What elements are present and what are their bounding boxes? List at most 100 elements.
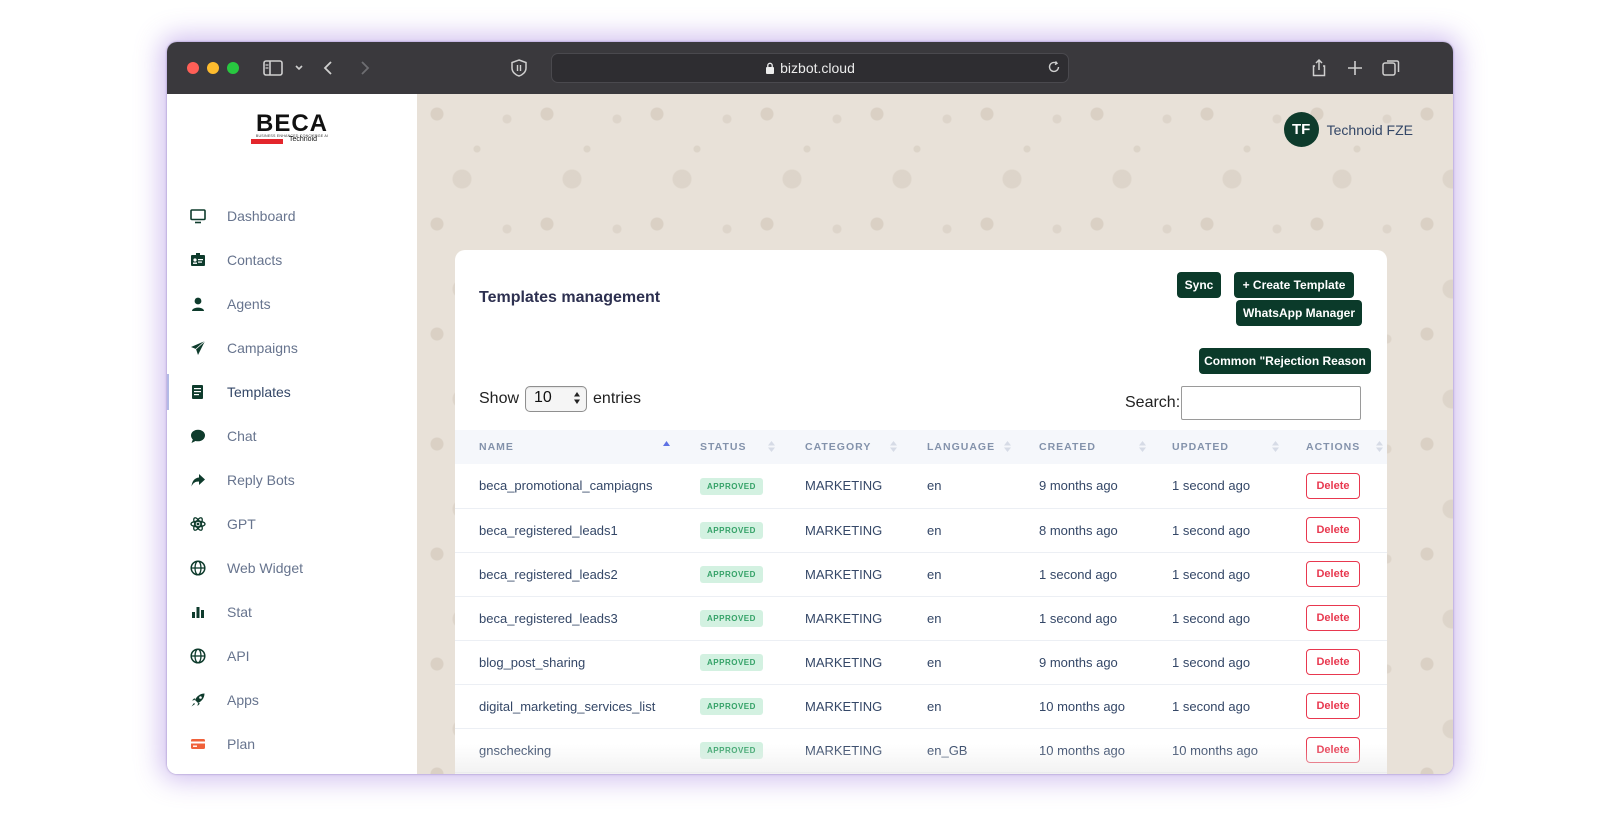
sidebar-item-plan[interactable]: Plan [167,722,417,766]
maximize-window-button[interactable] [227,62,239,74]
cell-category: MARKETING [805,478,883,494]
delete-button[interactable]: Delete [1306,605,1360,631]
shield-icon[interactable] [507,56,531,80]
minimize-window-button[interactable] [207,62,219,74]
sort-asc-icon [663,441,670,446]
sidebar-item-stat[interactable]: Stat [167,590,417,634]
document-icon [189,383,207,401]
sort-icon [768,441,775,452]
credit-card-icon [189,735,207,753]
sidebar-item-templates[interactable]: Templates [167,370,417,414]
contact-card-icon [189,251,207,269]
entries-select-value: 10 [534,389,552,406]
rejection-reason-button[interactable]: Common "Rejection Reason [1199,348,1371,374]
delete-button[interactable]: Delete [1306,517,1360,543]
sidebar-item-reply-bots[interactable]: Reply Bots [167,458,417,502]
table-row: blog_post_sharing APPROVED MARKETING en … [455,640,1387,684]
cell-status: APPROVED [700,728,805,772]
status-badge: APPROVED [700,742,763,759]
cell-actions: Delete [1306,508,1387,552]
avatar: TF [1283,112,1319,147]
column-header-actions[interactable]: ACTIONS [1306,430,1387,464]
delete-button[interactable]: Delete [1306,737,1360,763]
whatsapp-manager-button[interactable]: WhatsApp Manager [1236,300,1362,326]
show-label: Show [479,390,520,407]
column-header-name[interactable]: NAME [455,430,700,464]
sidebar-item-web-widget[interactable]: Web Widget [167,546,417,590]
chevron-down-icon[interactable] [287,56,311,80]
new-tab-icon[interactable] [1343,56,1367,80]
sidebar-item-label: Chat [227,428,257,444]
sidebar-item-gpt[interactable]: GPT [167,502,417,546]
sidebar-item-chat[interactable]: Chat [167,414,417,458]
column-header-category[interactable]: CATEGORY [805,430,927,464]
entries-select[interactable]: 10 [525,386,588,412]
reload-icon[interactable] [1046,59,1062,80]
sidebar-item-label: API [227,648,250,664]
globe-icon [189,559,207,577]
cell-language: en [927,654,942,670]
sidebar-item-dashboard[interactable]: Dashboard [167,194,417,238]
cell-category: MARKETING [805,610,883,626]
forward-icon[interactable] [352,56,376,80]
column-header-created[interactable]: CREATED [1039,430,1172,464]
delete-button[interactable]: Delete [1306,472,1360,499]
status-badge: APPROVED [700,566,763,583]
delete-button[interactable]: Delete [1306,693,1360,719]
sidebar: BECA BUSINESS ENHANCED CONCIERGE AI Tech… [167,94,417,774]
address-bar[interactable]: bizbot.cloud [551,53,1069,83]
sidebar-item-label: Templates [227,384,291,400]
sidebar-item-agents[interactable]: Agents [167,282,417,326]
cell-created: 10 months ago [1039,742,1126,758]
status-badge: APPROVED [700,522,763,539]
column-header-language[interactable]: LANGUAGE [927,430,1039,464]
sidebar-item-contacts[interactable]: Contacts [167,238,417,282]
cell-status: APPROVED [700,640,805,684]
sidebar-item-api[interactable]: API [167,634,417,678]
cell-updated: 1 second ago [1172,654,1251,670]
cell-status: APPROVED [700,464,805,508]
cell-name: digital_marketing_services_list [479,698,656,714]
cell-name: gnschecking [479,742,552,758]
user-menu[interactable]: TF Technoid FZE [1283,112,1413,147]
table-header-row: NAME STATUS CATEGORY LANGUAGE CREATED UP… [455,430,1387,464]
column-header-updated[interactable]: UPDATED [1172,430,1306,464]
browser-window: bizbot.cloud BECA BUSINESS ENHANCED CONC… [167,42,1453,774]
rocket-icon [189,691,207,709]
cell-category: MARKETING [805,698,883,714]
sidebar-toggle-icon[interactable] [261,56,285,80]
table-row: beca_registered_leads1 APPROVED MARKETIN… [455,508,1387,552]
status-badge: APPROVED [700,477,763,495]
close-window-button[interactable] [187,62,199,74]
sync-button[interactable]: Sync [1177,272,1221,298]
sidebar-item-label: GPT [227,516,256,532]
cell-actions: Delete [1306,552,1387,596]
paper-plane-icon [189,339,207,357]
share-icon[interactable] [1307,56,1331,80]
delete-button[interactable]: Delete [1306,561,1360,587]
sidebar-nav: Dashboard Contacts Agents Campaigns Temp… [167,194,417,766]
cell-actions: Delete [1306,464,1387,508]
chat-bubble-icon [189,427,207,445]
bar-chart-icon [189,603,207,621]
sidebar-item-apps[interactable]: Apps [167,678,417,722]
page-title: Templates management [479,289,661,306]
atom-icon [189,515,207,533]
search-input[interactable] [1181,386,1361,420]
cell-name: beca_registered_leads1 [479,522,618,538]
create-template-button[interactable]: + Create Template [1234,272,1354,298]
sidebar-item-label: Apps [227,692,259,708]
sidebar-item-label: Web Widget [227,560,303,576]
tab-overview-icon[interactable] [1379,56,1403,80]
sidebar-item-campaigns[interactable]: Campaigns [167,326,417,370]
cell-name: beca_registered_leads3 [479,610,618,626]
table-row: gnschecking APPROVED MARKETING en_GB 10 … [455,728,1387,772]
column-header-status[interactable]: STATUS [700,430,805,464]
cell-name: beca_promotional_campiagns [479,478,653,494]
back-icon[interactable] [317,56,341,80]
cell-language: en_GB [927,742,968,758]
browser-toolbar: bizbot.cloud [167,42,1453,94]
beca-logo[interactable]: BECA BUSINESS ENHANCED CONCIERGE AI Tech… [251,110,333,150]
monitor-icon [189,207,207,225]
delete-button[interactable]: Delete [1306,649,1360,675]
